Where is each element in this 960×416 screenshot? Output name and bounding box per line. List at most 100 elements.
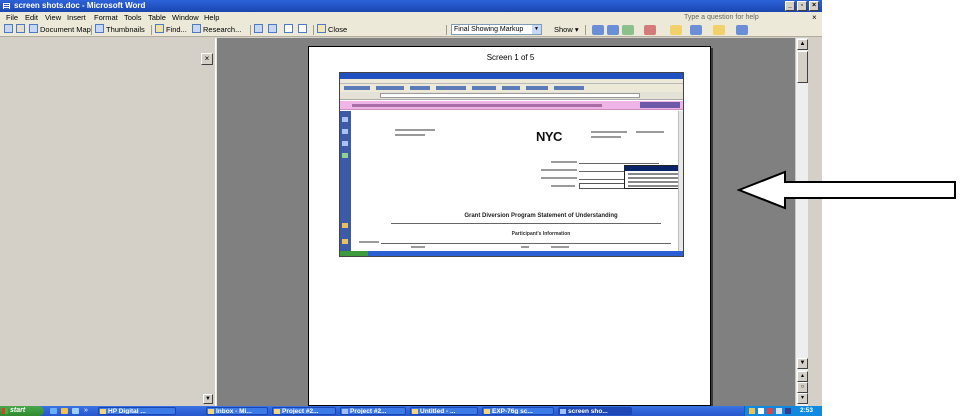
- thumbnails-button[interactable]: Thumbnails: [95, 24, 145, 36]
- document-map-pane[interactable]: × ▼: [0, 38, 215, 406]
- window-title: screen shots.doc - Microsoft Word: [14, 1, 146, 10]
- thumbnails-label: Thumbnails: [106, 25, 145, 34]
- save-icon[interactable]: [4, 24, 15, 36]
- show-button[interactable]: Show ▾: [554, 24, 579, 36]
- menu-window[interactable]: Window: [172, 12, 199, 23]
- docmap-scroll-down-icon[interactable]: ▼: [203, 394, 213, 404]
- task-label: Project #2...: [282, 408, 319, 415]
- vertical-scrollbar[interactable]: ▲ ▼ ▴ ○ ▾: [795, 38, 808, 406]
- comment-icon[interactable]: [670, 25, 682, 35]
- tray-antivirus-icon[interactable]: [767, 408, 773, 414]
- task-exp-76g[interactable]: EXP-76g sc...: [482, 407, 554, 415]
- document-map-button[interactable]: Document Map: [29, 24, 91, 36]
- close-button[interactable]: ×: [809, 1, 819, 11]
- show-label: Show: [554, 25, 573, 34]
- menu-file[interactable]: File: [6, 12, 18, 23]
- embedded-taskbar: [340, 251, 683, 256]
- browser-icon[interactable]: [50, 408, 57, 414]
- close-reading-label: Close: [328, 25, 348, 34]
- tray-network-icon[interactable]: [758, 408, 764, 414]
- menu-view[interactable]: View: [45, 12, 61, 23]
- task-hp-digital[interactable]: HP Digital ...: [98, 407, 176, 415]
- select-browse-object-icon[interactable]: ○: [797, 382, 808, 393]
- close-reading-button[interactable]: Close: [317, 24, 347, 36]
- embedded-toolbar: [340, 92, 683, 100]
- minimize-button[interactable]: _: [785, 1, 795, 11]
- toolbar-options-icon[interactable]: [736, 25, 748, 35]
- embedded-section-title: Participant's Information: [511, 231, 571, 237]
- research-label: Research...: [203, 25, 242, 34]
- task-label: HP Digital ...: [108, 408, 146, 415]
- close-document-icon[interactable]: ×: [812, 12, 817, 23]
- maximize-button[interactable]: ▫: [797, 1, 807, 11]
- task-inbox[interactable]: Inbox - Mi...: [206, 407, 268, 415]
- previous-page-icon[interactable]: ▴: [797, 371, 808, 382]
- task-project-2[interactable]: Project #2...: [340, 407, 406, 415]
- embedded-info-banner: [340, 101, 683, 110]
- help-search-input[interactable]: Type a question for help: [684, 12, 759, 23]
- zoom-out-icon[interactable]: [254, 24, 265, 36]
- research-icon: [192, 24, 201, 33]
- word-doc-icon: [2, 2, 11, 10]
- document-map-label: Document Map: [40, 25, 91, 34]
- tray-volume-icon[interactable]: [776, 408, 782, 414]
- screenshot-stage: screen shots.doc - Microsoft Word _ ▫ × …: [0, 0, 960, 416]
- embedded-links-bar: [340, 84, 683, 92]
- nyc-logo: NYC: [536, 129, 562, 144]
- find-button[interactable]: Find...: [155, 24, 187, 36]
- thumbnails-icon: [95, 24, 104, 33]
- close-icon[interactable]: ×: [201, 53, 213, 65]
- menu-help[interactable]: Help: [204, 12, 219, 23]
- previous-change-icon[interactable]: [592, 25, 604, 35]
- research-button[interactable]: Research...: [192, 24, 241, 36]
- one-page-icon[interactable]: [284, 24, 295, 36]
- reading-toolbar: Document Map Thumbnails Find... Research…: [0, 23, 822, 37]
- start-label: start: [10, 407, 26, 414]
- menu-table[interactable]: Table: [148, 12, 166, 23]
- markup-mode-select[interactable]: Final Showing Markup ▼: [451, 24, 542, 35]
- scrollbar-thumb[interactable]: [797, 51, 808, 83]
- embedded-scrollbar: [678, 111, 683, 251]
- chevron-down-icon: ▼: [532, 25, 541, 34]
- outlook-icon[interactable]: [61, 408, 68, 414]
- task-label: EXP-76g sc...: [492, 408, 533, 415]
- close-reading-icon: [317, 24, 326, 33]
- task-screen-shots[interactable]: screen sho...: [558, 407, 632, 415]
- task-label: screen sho...: [568, 408, 608, 415]
- zoom-in-icon[interactable]: [268, 24, 279, 36]
- scroll-up-icon[interactable]: ▲: [797, 39, 808, 50]
- windows-flag-icon: [2, 408, 8, 414]
- menu-tools[interactable]: Tools: [124, 12, 142, 23]
- scroll-down-icon[interactable]: ▼: [797, 358, 808, 369]
- reject-change-icon[interactable]: [644, 25, 656, 35]
- task-project-1[interactable]: Project #2...: [272, 407, 336, 415]
- track-changes-icon[interactable]: [690, 25, 702, 35]
- next-change-icon[interactable]: [607, 25, 619, 35]
- clock: 2:53 PM: [800, 407, 814, 414]
- print-icon[interactable]: [16, 24, 27, 36]
- document-map-icon: [29, 24, 38, 33]
- title-bar: screen shots.doc - Microsoft Word _ ▫ ×: [0, 0, 822, 12]
- two-pages-icon[interactable]: [298, 24, 309, 36]
- menu-format[interactable]: Format: [94, 12, 118, 23]
- menu-edit[interactable]: Edit: [25, 12, 38, 23]
- embedded-left-nav: [340, 111, 351, 251]
- next-page-icon[interactable]: ▾: [797, 393, 808, 404]
- desktop-icon[interactable]: [72, 408, 79, 414]
- document-area: Screen 1 of 5 NYC Grant Diversion Progra…: [218, 38, 795, 406]
- accept-change-icon[interactable]: [622, 25, 634, 35]
- menu-bar: File Edit View Insert Format Tools Table…: [0, 12, 822, 23]
- binoculars-icon: [155, 24, 164, 33]
- tray-folder-icon[interactable]: [749, 408, 755, 414]
- start-button[interactable]: start: [0, 406, 44, 416]
- tray-display-icon[interactable]: [785, 408, 791, 414]
- more-icon[interactable]: »: [84, 406, 88, 416]
- document-page[interactable]: Screen 1 of 5 NYC Grant Diversion Progra…: [308, 46, 711, 406]
- reviewing-pane-icon[interactable]: [713, 25, 725, 35]
- page-heading: Screen 1 of 5: [486, 53, 535, 62]
- embedded-form-title: Grant Diversion Program Statement of Und…: [464, 213, 618, 219]
- menu-insert[interactable]: Insert: [67, 12, 86, 23]
- markup-mode-value: Final Showing Markup: [454, 26, 524, 33]
- task-untitled[interactable]: Untitled - ...: [410, 407, 478, 415]
- embedded-dropdown-list: [624, 165, 683, 189]
